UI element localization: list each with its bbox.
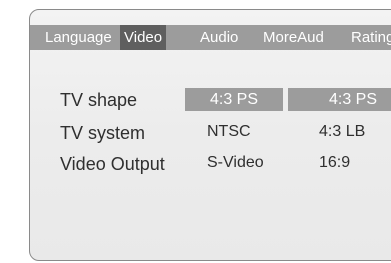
option-4-3-lb[interactable]: 4:3 LB [319,123,365,141]
tab-rating[interactable]: Rating [351,25,391,50]
settings-area: TV shape 4:3 PS 4:3 PS TV system NTSC 4:… [30,50,391,260]
setting-label-video-output: Video Output [60,154,165,174]
setting-value-video-output[interactable]: S-Video [207,154,264,172]
setting-label-tv-system: TV system [60,123,146,143]
setup-menu-panel: Language Video Audio MoreAud Rating TV s… [29,9,391,261]
setting-value-tv-system[interactable]: NTSC [207,123,251,141]
tab-video[interactable]: Video [120,25,167,50]
option-4-3-ps[interactable]: 4:3 PS [288,88,391,111]
setting-value-tv-shape[interactable]: 4:3 PS [185,88,283,111]
tab-moreaud[interactable]: MoreAud [263,25,324,50]
menu-tab-bar: Language Video Audio MoreAud Rating [30,25,391,50]
tab-audio[interactable]: Audio [200,25,238,50]
tab-language[interactable]: Language [45,25,112,50]
setting-label-tv-shape: TV shape [60,90,138,110]
option-16-9[interactable]: 16:9 [319,154,350,172]
